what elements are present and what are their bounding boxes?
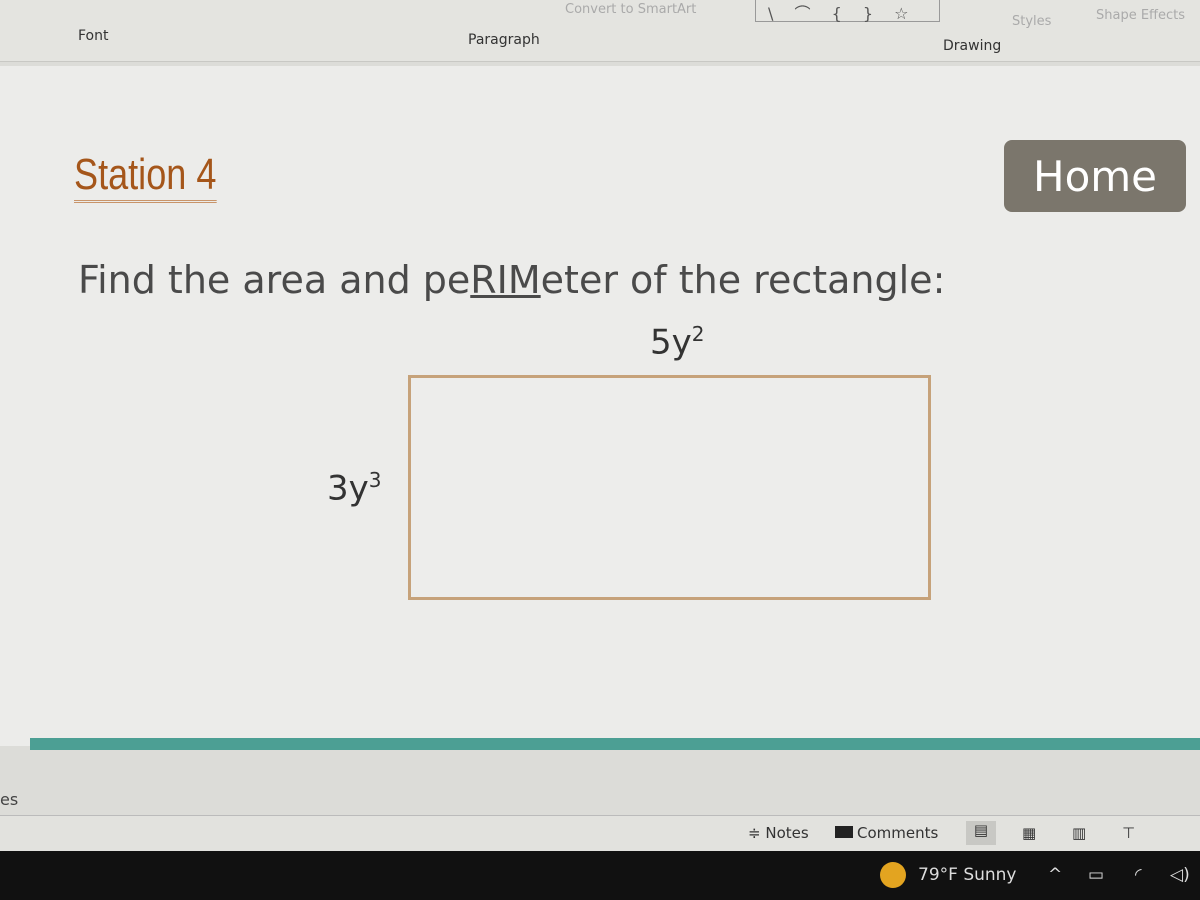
ribbon: Convert to SmartArt \ ⌒ { } ☆ Styles Sha… — [0, 0, 1200, 62]
slide-sorter-icon[interactable]: ▦ — [1022, 824, 1036, 842]
chevron-up-icon[interactable]: ^ — [1048, 865, 1062, 885]
taskbar: 79°F Sunny ^ ▭ ◜ ◁) — [0, 851, 1200, 900]
height-label: 3y3 — [327, 468, 382, 509]
shape-effects-button[interactable]: Shape Effects — [1096, 8, 1185, 23]
battery-icon[interactable]: ▭ — [1088, 865, 1104, 885]
question-text: Find the area and peRIMeter of the recta… — [78, 258, 946, 302]
sun-icon — [880, 862, 906, 888]
group-drawing-label: Drawing — [943, 38, 1002, 54]
normal-view-icon[interactable]: ▤ — [966, 821, 996, 845]
comment-icon — [835, 826, 853, 838]
accent-bar — [30, 738, 1200, 750]
wifi-icon[interactable]: ◜ — [1135, 865, 1142, 885]
quick-styles-button[interactable]: Styles — [1012, 14, 1051, 29]
rectangle-shape[interactable] — [408, 375, 931, 600]
width-label: 5y2 — [650, 322, 705, 363]
convert-smartart-button[interactable]: Convert to SmartArt — [565, 2, 696, 17]
slide-title: Station 4 — [74, 150, 217, 203]
slideshow-icon[interactable]: ⊤ — [1122, 824, 1135, 842]
shapes-gallery[interactable]: \ ⌒ { } ☆ — [755, 0, 940, 23]
volume-icon[interactable]: ◁) — [1170, 865, 1190, 885]
reading-view-icon[interactable]: ▥ — [1072, 824, 1086, 842]
weather-widget[interactable]: 79°F Sunny — [918, 865, 1017, 885]
group-paragraph-label: Paragraph — [468, 32, 540, 48]
comments-button[interactable]: Comments — [835, 824, 938, 842]
status-bar: ≑ Notes Comments ▤ ▦ ▥ ⊤ — [0, 815, 1200, 851]
home-button[interactable]: Home — [1004, 140, 1186, 212]
side-text-fragment: es — [0, 790, 19, 809]
notes-button[interactable]: ≑ Notes — [748, 824, 809, 842]
group-font-label: Font — [78, 28, 109, 44]
